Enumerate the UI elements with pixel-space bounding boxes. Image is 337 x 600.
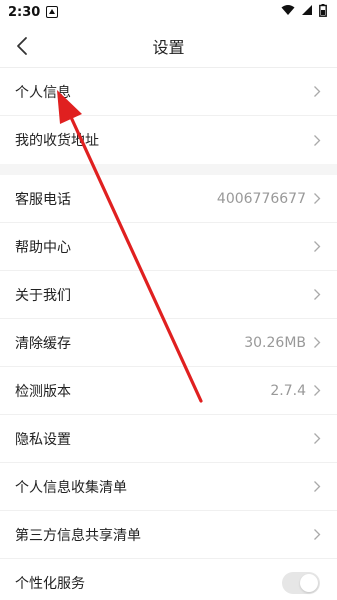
row-clear-cache[interactable]: 清除缓存 30.26MB <box>0 319 337 367</box>
row-check-version[interactable]: 检测版本 2.7.4 <box>0 367 337 415</box>
status-bar: 2:30 <box>0 0 337 24</box>
chevron-right-icon <box>312 480 322 494</box>
row-value: 4006776677 <box>216 190 306 207</box>
chevron-right-icon <box>312 432 322 446</box>
row-label: 清除缓存 <box>15 335 71 352</box>
row-label: 个人信息 <box>15 84 71 101</box>
section-divider <box>0 164 337 175</box>
row-about-us[interactable]: 关于我们 <box>0 271 337 319</box>
back-button[interactable] <box>8 32 36 60</box>
row-value: 30.26MB <box>244 334 306 351</box>
status-time: 2:30 <box>8 4 41 20</box>
row-value: 2.7.4 <box>270 382 306 399</box>
chevron-right-icon <box>312 133 322 147</box>
status-right <box>281 3 327 21</box>
back-arrow-icon <box>17 37 27 55</box>
row-label: 关于我们 <box>15 287 71 304</box>
row-personal-info-collection-list[interactable]: 个人信息收集清单 <box>0 463 337 511</box>
row-label: 客服电话 <box>15 191 71 208</box>
chevron-right-icon <box>312 85 322 99</box>
row-personalization: 个性化服务 <box>0 559 337 600</box>
signal-icon <box>301 4 313 20</box>
row-third-party-sharing-list[interactable]: 第三方信息共享清单 <box>0 511 337 559</box>
battery-icon <box>319 3 327 21</box>
row-label: 第三方信息共享清单 <box>15 527 141 544</box>
row-label: 检测版本 <box>15 383 71 400</box>
row-shipping-address[interactable]: 我的收货地址 <box>0 116 337 164</box>
row-label: 个性化服务 <box>15 576 85 592</box>
wifi-icon <box>281 4 295 20</box>
row-help-center[interactable]: 帮助中心 <box>0 223 337 271</box>
row-privacy-settings[interactable]: 隐私设置 <box>0 415 337 463</box>
page-title: 设置 <box>152 37 185 57</box>
chevron-right-icon <box>312 288 322 302</box>
personalization-toggle[interactable] <box>282 572 320 594</box>
chevron-right-icon <box>312 192 322 206</box>
row-label: 隐私设置 <box>15 431 71 448</box>
chevron-right-icon <box>312 528 322 542</box>
toggle-knob <box>300 574 318 592</box>
header: 设置 <box>0 24 337 68</box>
row-label: 个人信息收集清单 <box>15 479 127 496</box>
row-label: 我的收货地址 <box>15 133 99 149</box>
status-left: 2:30 <box>8 4 59 20</box>
notification-icon <box>46 6 59 18</box>
row-customer-service[interactable]: 客服电话 4006776677 <box>0 175 337 223</box>
chevron-right-icon <box>312 336 322 350</box>
settings-list: 个人信息 我的收货地址 客服电话 4006776677 帮助中心 关于我们 清除… <box>0 68 337 600</box>
chevron-right-icon <box>312 240 322 254</box>
chevron-right-icon <box>312 384 322 398</box>
row-personal-info[interactable]: 个人信息 <box>0 68 337 116</box>
row-label: 帮助中心 <box>15 239 71 256</box>
